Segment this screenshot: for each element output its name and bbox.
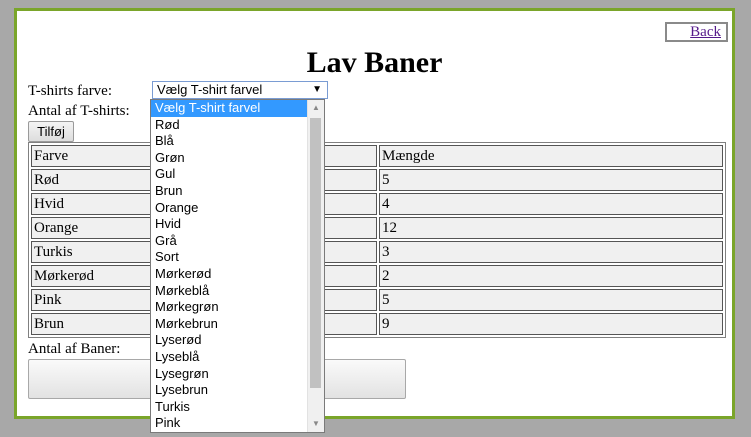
row-amount: 2 (379, 265, 723, 287)
dropdown-options: Vælg T-shirt farvel Rød Blå Grøn Gul Brun Oran… (151, 100, 308, 432)
dropdown-option[interactable]: Orange (151, 200, 308, 217)
dropdown-option[interactable]: Pink (151, 415, 308, 432)
scroll-up-icon[interactable]: ▲ (308, 100, 324, 116)
dropdown-option[interactable]: Rød (151, 117, 308, 134)
dropdown-option[interactable]: Lysegrøn (151, 366, 308, 383)
shirt-table: Farve Mængde Rød 5 Hvid 4 Orange 12 Turk… (28, 142, 726, 338)
table-row: Brun 9 (31, 313, 723, 335)
table-row: Orange 12 (31, 217, 723, 239)
color-label: T-shirts farve: (28, 83, 113, 99)
table-row: Hvid 4 (31, 193, 723, 215)
color-select-value: Vælg T-shirt farvel (157, 82, 263, 97)
row-amount: 12 (379, 217, 723, 239)
dropdown-option[interactable]: Mørkegrøn (151, 299, 308, 316)
dropdown-option[interactable]: Gul (151, 166, 308, 183)
table-row: Rød 5 (31, 169, 723, 191)
dropdown-option[interactable]: Sort (151, 249, 308, 266)
dropdown-option[interactable]: Lyserød (151, 332, 308, 349)
main-panel: Back Lav Baner T-shirts farve: Vælg T-sh… (14, 8, 735, 419)
dropdown-option[interactable]: Blå (151, 133, 308, 150)
row-amount: 4 (379, 193, 723, 215)
dropdown-option[interactable]: Grå (151, 233, 308, 250)
dropdown-scrollbar[interactable]: ▲ ▼ (307, 100, 324, 432)
scrollbar-thumb[interactable] (310, 118, 321, 388)
dropdown-option[interactable]: Vælg T-shirt farvel (151, 100, 308, 117)
dropdown-option[interactable]: Hvid (151, 216, 308, 233)
page-title: Lav Baner (306, 46, 443, 79)
dropdown-option[interactable]: Mørkebrun (151, 316, 308, 333)
color-dropdown-list[interactable]: Vælg T-shirt farvel Rød Blå Grøn Gul Brun Oran… (150, 99, 325, 433)
table-row: Turkis 3 (31, 241, 723, 263)
scroll-down-icon[interactable]: ▼ (308, 416, 324, 432)
row-amount: 5 (379, 289, 723, 311)
baner-count-label: Antal af Baner: (28, 341, 121, 357)
dropdown-option[interactable]: Brun (151, 183, 308, 200)
dropdown-option[interactable]: Lysebrun (151, 382, 308, 399)
add-button[interactable]: Tilføj (28, 121, 74, 142)
header-amount: Mængde (379, 145, 723, 167)
color-select[interactable]: Vælg T-shirt farvel ▼ (152, 81, 328, 99)
row-amount: 9 (379, 313, 723, 335)
chevron-down-icon: ▼ (312, 84, 322, 95)
table-row: Mørkerød 2 (31, 265, 723, 287)
table-header-row: Farve Mængde (31, 145, 723, 167)
table-row: Pink 5 (31, 289, 723, 311)
row-amount: 3 (379, 241, 723, 263)
row-amount: 5 (379, 169, 723, 191)
dropdown-option[interactable]: Mørkeblå (151, 283, 308, 300)
back-button[interactable]: Back (665, 22, 728, 42)
dropdown-option[interactable]: Lyseblå (151, 349, 308, 366)
count-label: Antal af T-shirts: (28, 103, 130, 119)
dropdown-option[interactable]: Grøn (151, 150, 308, 167)
dropdown-option[interactable]: Turkis (151, 399, 308, 416)
dropdown-option[interactable]: Mørkerød (151, 266, 308, 283)
